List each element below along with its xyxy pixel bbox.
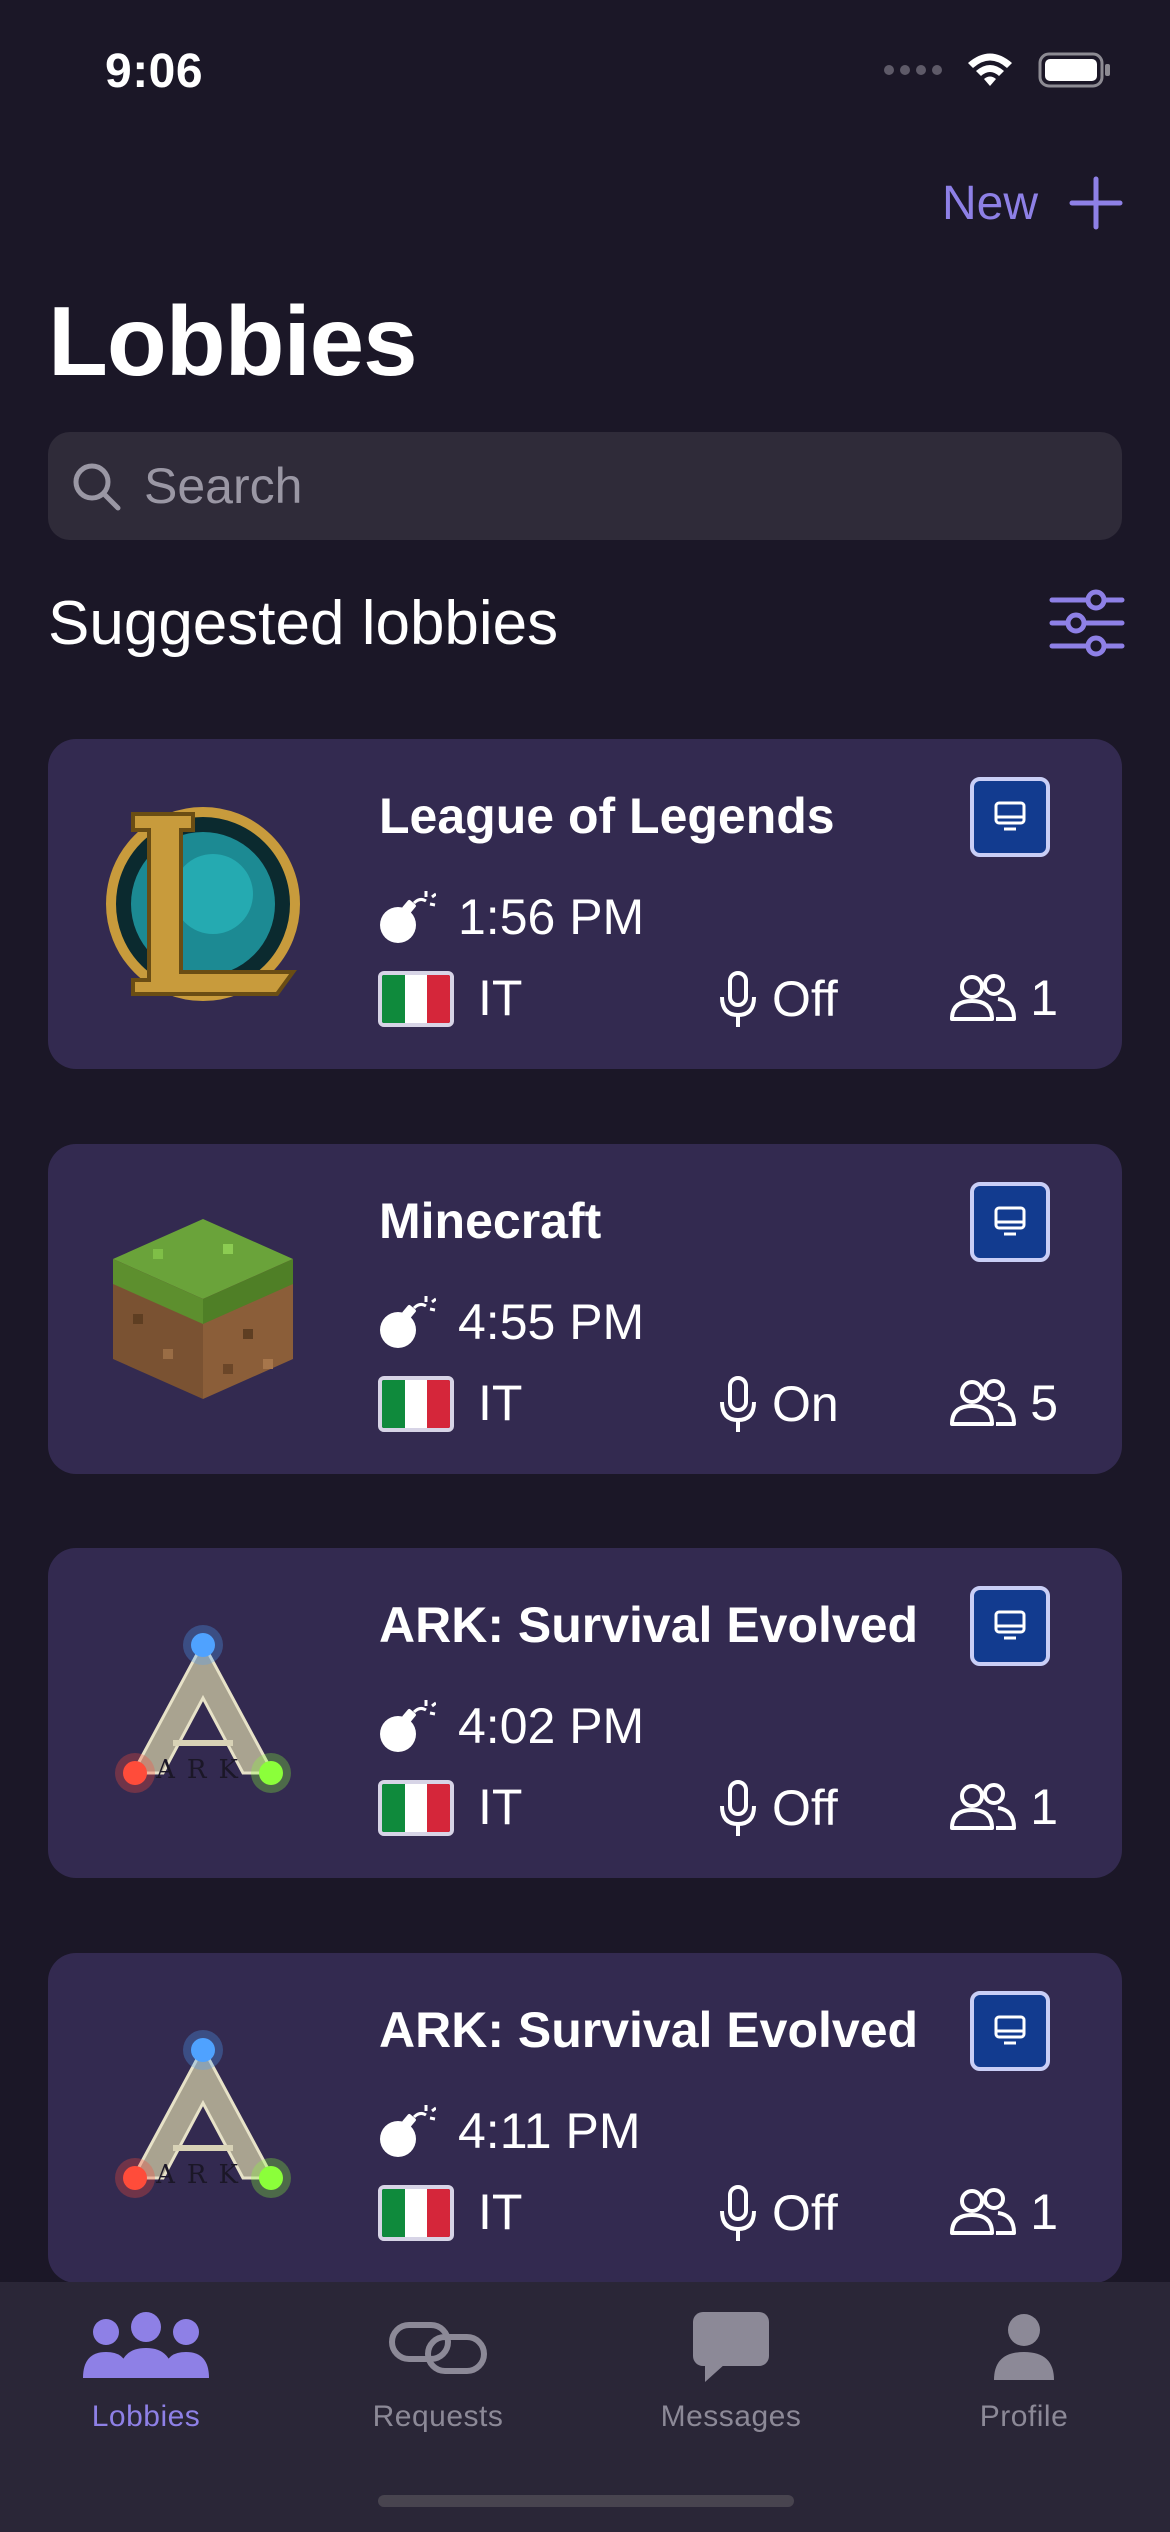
- mic-status: Off: [718, 2183, 838, 2243]
- lobby-card[interactable]: Minecraft 4:55 PM IT On 5: [48, 1144, 1122, 1474]
- mic-status: Off: [718, 969, 838, 1029]
- people-icon: [948, 2187, 1018, 2237]
- game-name: ARK: Survival Evolved: [379, 2002, 919, 2058]
- pc-icon: [990, 1606, 1030, 1646]
- microphone-icon: [718, 1374, 758, 1434]
- pc-icon: [990, 1202, 1030, 1242]
- status-icons: [884, 50, 1112, 90]
- tab-requests[interactable]: Requests: [318, 2302, 558, 2434]
- pc-icon: [990, 797, 1030, 837]
- wifi-icon: [968, 53, 1012, 86]
- home-indicator: [378, 2495, 794, 2507]
- lobby-info-row: IT On 5: [378, 1374, 1058, 1438]
- mic-status: Off: [718, 1778, 838, 1838]
- page-title: Lobbies: [48, 286, 418, 396]
- tab-lobbies[interactable]: Lobbies: [26, 2302, 266, 2434]
- bomb-icon: [376, 2101, 436, 2161]
- lobby-card[interactable]: ARK: Survival Evolved 4:02 PM IT Off 1: [48, 1548, 1122, 1878]
- tab-label: Requests: [372, 2400, 504, 2433]
- people-icon: [948, 1378, 1018, 1428]
- player-count-value: 1: [1030, 2184, 1058, 2240]
- lobby-time: 4:11 PM: [376, 2101, 641, 2161]
- italy-flag-icon: [378, 1780, 454, 1836]
- tab-label: Messages: [660, 2400, 802, 2433]
- bomb-icon: [376, 1292, 436, 1352]
- battery-icon: [1038, 52, 1110, 88]
- microphone-icon: [718, 2183, 758, 2243]
- italy-flag-icon: [378, 971, 454, 1027]
- tab-profile[interactable]: Profile: [904, 2302, 1144, 2434]
- lobby-time-value: 4:55 PM: [458, 1294, 645, 1350]
- pc-platform-badge: [970, 777, 1050, 857]
- new-lobby-label: New: [941, 176, 1038, 230]
- tab-label: Profile: [979, 2400, 1069, 2433]
- search-icon: [73, 463, 121, 511]
- microphone-icon: [718, 1778, 758, 1838]
- game-name: League of Legends: [379, 788, 835, 844]
- ark-logo-icon: [93, 1603, 313, 1823]
- lobby-info-row: IT Off 1: [378, 1778, 1058, 1842]
- italy-flag-icon: [378, 1376, 454, 1432]
- link-icon: [389, 2322, 487, 2374]
- pc-platform-badge: [970, 1991, 1050, 2071]
- lobby-info-row: IT Off 1: [378, 2183, 1058, 2247]
- lobby-card[interactable]: League of Legends 1:56 PM IT Off 1: [48, 739, 1122, 1069]
- player-count: 1: [948, 969, 1058, 1027]
- lobby-time-value: 4:02 PM: [458, 1698, 645, 1754]
- lobby-time: 1:56 PM: [376, 887, 644, 947]
- italy-flag-icon: [378, 2185, 454, 2241]
- plus-icon: [1069, 176, 1123, 230]
- game-name: Minecraft: [379, 1193, 602, 1249]
- status-time: 9:06: [105, 45, 204, 98]
- section-title: Suggested lobbies: [48, 589, 559, 658]
- person-icon: [994, 2314, 1054, 2380]
- player-count-value: 1: [1030, 1779, 1058, 1835]
- game-name: ARK: Survival Evolved: [379, 1597, 919, 1653]
- player-count-value: 1: [1030, 970, 1058, 1026]
- new-lobby-button[interactable]: New: [942, 175, 1124, 231]
- chat-bubble-icon: [693, 2312, 769, 2382]
- country-code: IT: [478, 1779, 523, 1835]
- league-of-legends-logo-icon: [93, 794, 313, 1014]
- people-icon: [83, 2312, 209, 2378]
- lobby-time: 4:02 PM: [376, 1696, 644, 1756]
- mic-status: On: [718, 1374, 839, 1434]
- cellular-signal-icon: [884, 65, 942, 75]
- lobby-info-row: IT Off 1: [378, 969, 1058, 1033]
- status-bar: 9:06: [0, 0, 1170, 150]
- mic-status-value: Off: [772, 2185, 838, 2241]
- country-code: IT: [478, 2184, 523, 2240]
- lobby-time-value: 1:56 PM: [458, 889, 645, 945]
- pc-platform-badge: [970, 1586, 1050, 1666]
- bomb-icon: [376, 887, 436, 947]
- player-count: 5: [948, 1374, 1058, 1432]
- pc-platform-badge: [970, 1182, 1050, 1262]
- people-icon: [948, 973, 1018, 1023]
- player-count: 1: [948, 1778, 1058, 1836]
- pc-icon: [990, 2011, 1030, 2051]
- search-input[interactable]: [142, 456, 1122, 516]
- player-count: 1: [948, 2183, 1058, 2241]
- country-code: IT: [478, 970, 523, 1026]
- bomb-icon: [376, 1696, 436, 1756]
- lobby-time-value: 4:11 PM: [458, 2103, 641, 2159]
- lobby-card[interactable]: ARK: Survival Evolved 4:11 PM IT Off 1: [48, 1953, 1122, 2283]
- mic-status-value: On: [772, 1376, 839, 1432]
- filter-sliders-icon[interactable]: [1048, 588, 1126, 658]
- country-code: IT: [478, 1375, 523, 1431]
- mic-status-value: Off: [772, 1780, 838, 1836]
- mic-status-value: Off: [772, 971, 838, 1027]
- tab-messages[interactable]: Messages: [611, 2302, 851, 2434]
- search-bar[interactable]: [48, 432, 1122, 540]
- microphone-icon: [718, 969, 758, 1029]
- minecraft-grass-block-icon: [93, 1199, 313, 1419]
- lobby-time: 4:55 PM: [376, 1292, 644, 1352]
- ark-logo-icon: [93, 2008, 313, 2228]
- tab-label: Lobbies: [91, 2400, 201, 2433]
- people-icon: [948, 1782, 1018, 1832]
- player-count-value: 5: [1030, 1375, 1058, 1431]
